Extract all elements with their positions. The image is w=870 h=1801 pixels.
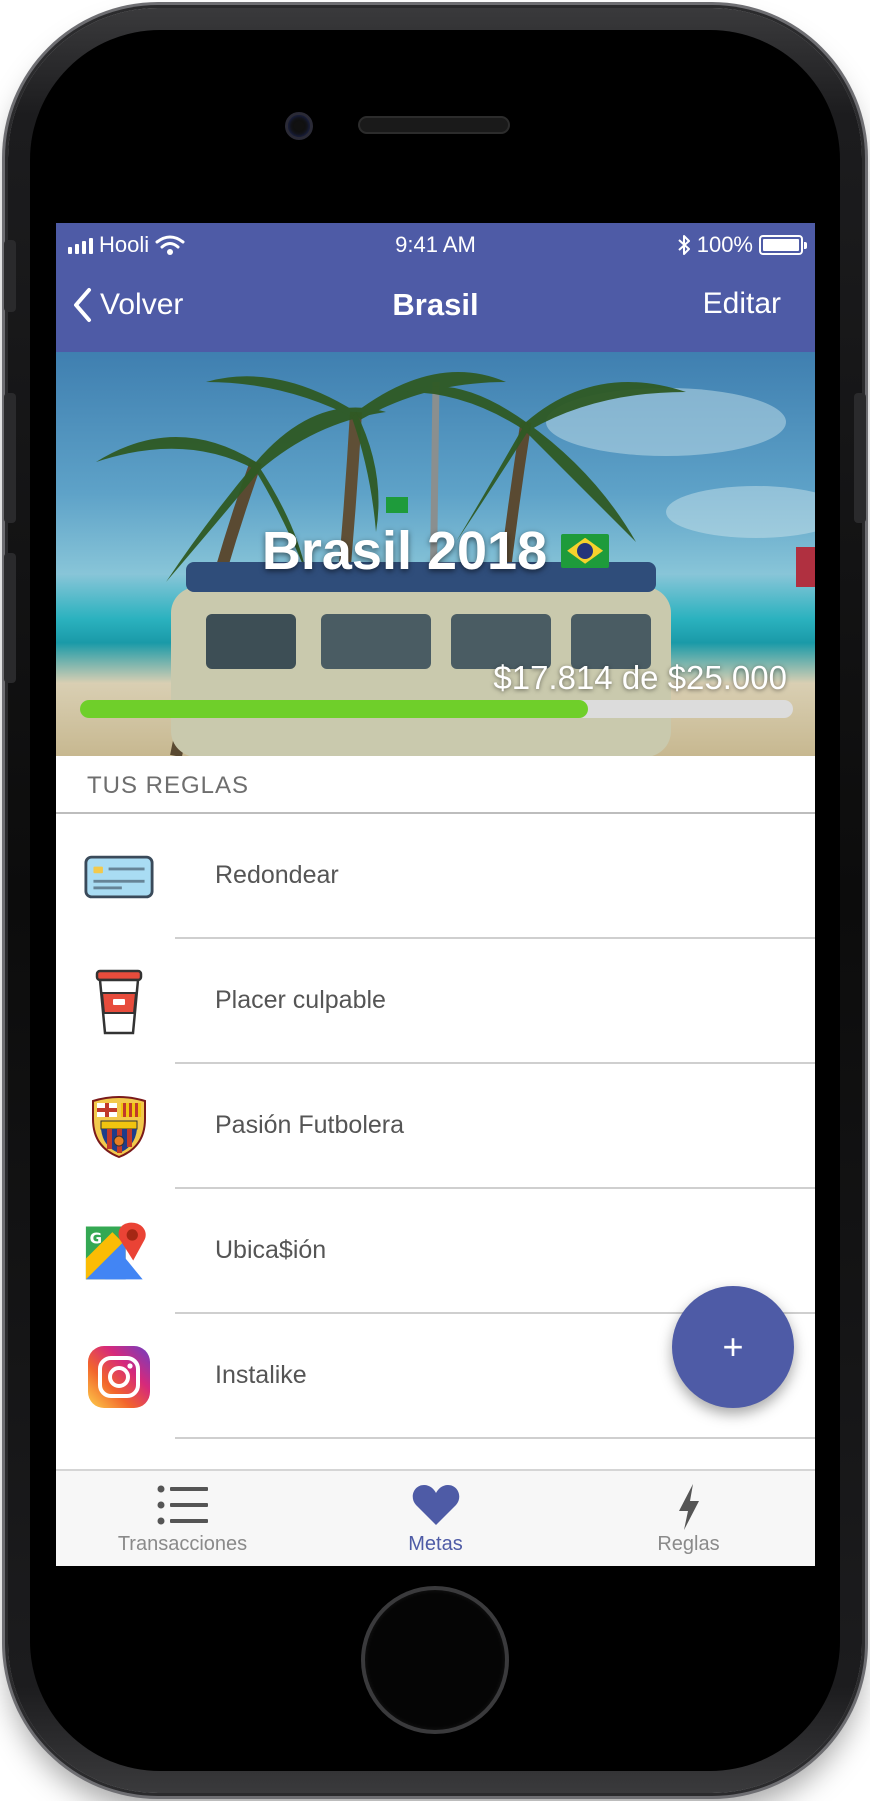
credit-card-icon — [84, 842, 154, 912]
navigation-bar: Volver Brasil Editar — [56, 265, 815, 352]
rule-item-pasion-futbolera[interactable]: Pasión Futbolera — [56, 1064, 815, 1189]
power-button — [854, 393, 866, 523]
mute-switch — [4, 240, 16, 312]
tab-transacciones[interactable]: Transacciones — [56, 1471, 309, 1566]
rule-label: Instalike — [215, 1361, 307, 1389]
rule-item-redondear[interactable]: Redondear — [56, 814, 815, 939]
tab-label: Metas — [408, 1533, 463, 1555]
tab-label: Transacciones — [117, 1533, 248, 1555]
coffee-cup-icon — [84, 967, 154, 1037]
edit-button[interactable]: Editar — [703, 287, 781, 321]
goal-amount: $17.814 de $25.000 — [493, 659, 787, 696]
status-bar: Hooli 9:41 AM 100% — [56, 223, 815, 265]
home-button[interactable] — [365, 1590, 505, 1730]
fcb-crest-icon — [84, 1092, 154, 1162]
rule-label: Ubica$ión — [215, 1236, 327, 1264]
google-maps-icon: G — [84, 1217, 154, 1287]
bluetooth-icon — [678, 235, 690, 255]
goal-progress-bar — [80, 700, 793, 718]
add-rule-button[interactable]: + — [672, 1286, 794, 1408]
rule-label: Redondear — [215, 861, 339, 889]
svg-text:G: G — [90, 1229, 102, 1247]
goal-title: Brasil 2018 — [56, 520, 815, 582]
rule-item-placer-culpable[interactable]: Placer culpable — [56, 939, 815, 1064]
row-divider — [175, 1437, 815, 1439]
battery-percent: 100% — [696, 232, 753, 257]
rules-section-label: TUS REGLAS — [87, 772, 250, 799]
rule-label: Pasión Futbolera — [215, 1111, 405, 1139]
instagram-icon — [84, 1342, 154, 1412]
heart-icon — [412, 1485, 459, 1525]
goal-title-text: Brasil 2018 — [261, 521, 548, 581]
tab-reglas[interactable]: Reglas — [562, 1471, 815, 1566]
app-header: Hooli 9:41 AM 100% Volver Brasil Editar — [56, 223, 815, 352]
brazil-flag-icon — [561, 533, 610, 568]
volume-up-button — [4, 393, 16, 523]
front-camera — [285, 112, 313, 140]
volume-down-button — [4, 553, 16, 683]
rule-label: Placer culpable — [215, 986, 386, 1014]
goal-banner: Brasil 2018 $17.814 de $25.000 — [56, 352, 815, 756]
tab-metas[interactable]: Metas — [309, 1471, 562, 1566]
battery-icon — [759, 235, 807, 255]
app-screen: Hooli 9:41 AM 100% Volver Brasil Editar … — [56, 223, 815, 1566]
earpiece-speaker — [358, 116, 510, 134]
list-icon — [157, 1485, 208, 1525]
page-title: Brasil — [392, 287, 479, 322]
lightning-icon — [678, 1484, 699, 1530]
tab-label: Reglas — [657, 1533, 720, 1555]
tab-bar: Transacciones Metas Reglas — [56, 1469, 815, 1566]
goal-progress-fill — [80, 700, 589, 718]
